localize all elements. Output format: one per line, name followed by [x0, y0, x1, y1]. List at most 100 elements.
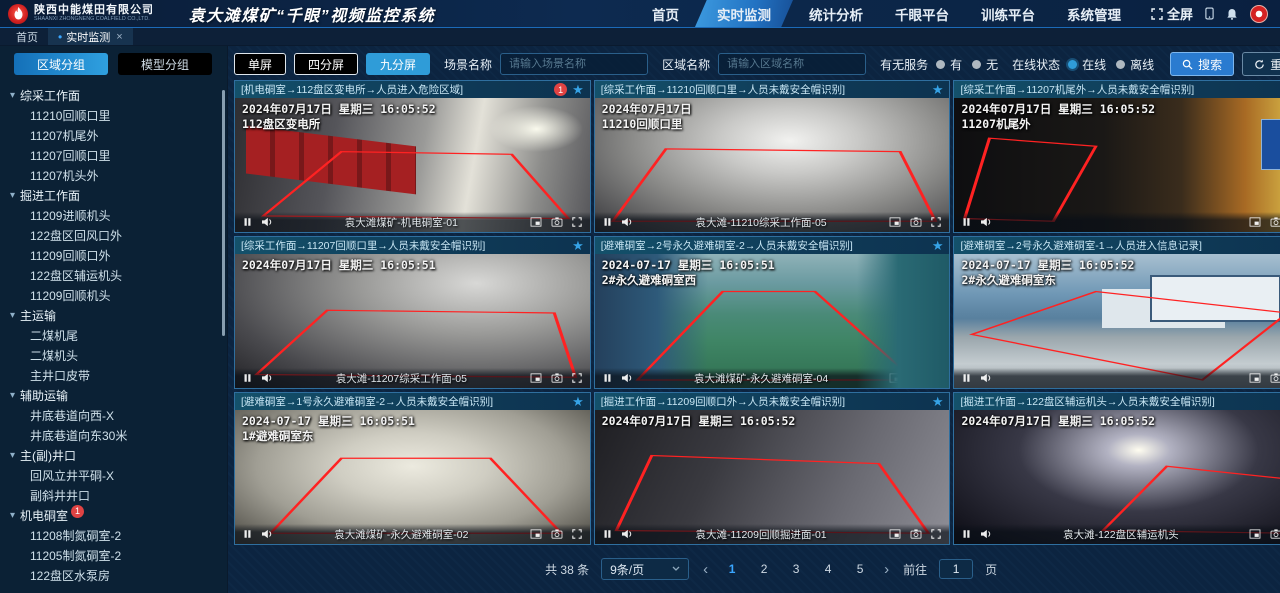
picture-in-picture-icon[interactable] — [530, 529, 542, 539]
sidebar-tab-0[interactable]: 区域分组 — [14, 53, 108, 75]
snapshot-camera-icon[interactable] — [910, 217, 922, 227]
tree-item-5-2[interactable]: 122盘区水泵房 — [0, 565, 227, 585]
snapshot-camera-icon[interactable] — [551, 217, 563, 227]
page-number-1[interactable]: 1 — [722, 562, 742, 576]
tree-group-1[interactable]: ▾掘进工作面 — [0, 185, 227, 205]
fullscreen-icon[interactable] — [931, 217, 941, 227]
snapshot-camera-icon[interactable] — [910, 373, 922, 383]
tree-item-5-1[interactable]: 11205制氮硐室-2 — [0, 545, 227, 565]
video-frame[interactable]: 2024年07月17日 星期三 16:05:51袁大滩-11207综采工作面-0… — [235, 254, 590, 388]
picture-in-picture-icon[interactable] — [889, 217, 901, 227]
tree-item-0-2[interactable]: 11207回顺口里 — [0, 145, 227, 165]
tree-item-1-1[interactable]: 122盘区回风口外 — [0, 225, 227, 245]
fullscreen-icon[interactable] — [572, 529, 582, 539]
tree-item-2-1[interactable]: 二煤机头 — [0, 345, 227, 365]
pause-icon[interactable] — [243, 529, 252, 539]
tree-item-0-3[interactable]: 11207机头外 — [0, 165, 227, 185]
tree-item-1-0[interactable]: 11209进顺机头 — [0, 205, 227, 225]
reset-button[interactable]: 重置 — [1242, 52, 1280, 76]
fullscreen-icon[interactable] — [572, 217, 582, 227]
page-size-select[interactable]: 9条/页 — [601, 558, 689, 580]
screen-mode-button-2[interactable]: 九分屏 — [366, 53, 430, 75]
next-page-button[interactable]: › — [882, 561, 891, 578]
picture-in-picture-icon[interactable] — [530, 217, 542, 227]
pause-icon[interactable] — [243, 373, 252, 383]
speaker-icon[interactable] — [261, 529, 273, 539]
nav-item-4[interactable]: 训练平台 — [965, 0, 1051, 27]
nav-item-2[interactable]: 统计分析 — [793, 0, 879, 27]
scene-name-input[interactable] — [500, 53, 648, 75]
tree-item-0-0[interactable]: 11210回顺口里 — [0, 105, 227, 125]
mobile-app-button[interactable] — [1205, 7, 1214, 20]
tree-group-2[interactable]: ▾主运输 — [0, 305, 227, 325]
tree-group-4[interactable]: ▾主(副)井口 — [0, 445, 227, 465]
tree-item-0-1[interactable]: 11207机尾外 — [0, 125, 227, 145]
nav-item-3[interactable]: 千眼平台 — [879, 0, 965, 27]
speaker-icon[interactable] — [980, 529, 992, 539]
page-number-4[interactable]: 4 — [818, 562, 838, 576]
nav-item-1[interactable]: 实时监测 — [695, 0, 793, 27]
tree-item-5-0[interactable]: 11208制氮硐室-2 — [0, 525, 227, 545]
favorite-star-icon[interactable]: ★ — [572, 239, 584, 252]
tab-1[interactable]: •实时监测× — [48, 28, 133, 45]
tree-item-1-3[interactable]: 122盘区辅运机头 — [0, 265, 227, 285]
close-icon[interactable]: × — [116, 31, 122, 43]
speaker-icon[interactable] — [621, 529, 633, 539]
snapshot-camera-icon[interactable] — [551, 373, 563, 383]
video-frame[interactable]: 2024-07-17 星期三 16:05:512#永久避难硐室西袁大滩煤矿-永久… — [595, 254, 950, 388]
search-button[interactable]: 搜索 — [1170, 52, 1234, 76]
pause-icon[interactable] — [603, 373, 612, 383]
picture-in-picture-icon[interactable] — [1249, 529, 1261, 539]
area-name-input[interactable] — [718, 53, 866, 75]
pause-icon[interactable] — [603, 217, 612, 227]
screen-mode-button-1[interactable]: 四分屏 — [294, 53, 358, 75]
snapshot-camera-icon[interactable] — [1270, 529, 1280, 539]
snapshot-camera-icon[interactable] — [551, 529, 563, 539]
tree-group-3[interactable]: ▾辅助运输 — [0, 385, 227, 405]
tree-group-5[interactable]: ▾机电硐室1 — [0, 505, 227, 525]
speaker-icon[interactable] — [980, 217, 992, 227]
online-option-1[interactable]: 离线 — [1116, 56, 1154, 73]
snapshot-camera-icon[interactable] — [1270, 217, 1280, 227]
pause-icon[interactable] — [603, 529, 612, 539]
favorite-star-icon[interactable]: ★ — [572, 395, 584, 408]
video-frame[interactable]: 2024年07月17日 星期三 16:05:5211207机尾外 — [954, 98, 1280, 232]
speaker-icon[interactable] — [261, 217, 273, 227]
fullscreen-icon[interactable] — [931, 373, 941, 383]
video-frame[interactable]: 2024-07-17 星期三 16:05:522#永久避难硐室东 — [954, 254, 1280, 388]
tree-item-4-0[interactable]: 回风立井平硐-X — [0, 465, 227, 485]
picture-in-picture-icon[interactable] — [889, 529, 901, 539]
tree-item-4-1[interactable]: 副斜井井口 — [0, 485, 227, 505]
goto-page-input[interactable] — [939, 559, 973, 579]
pause-icon[interactable] — [962, 217, 971, 227]
page-number-3[interactable]: 3 — [786, 562, 806, 576]
snapshot-camera-icon[interactable] — [1270, 373, 1280, 383]
pause-icon[interactable] — [962, 373, 971, 383]
picture-in-picture-icon[interactable] — [530, 373, 542, 383]
online-option-0[interactable]: 在线 — [1068, 56, 1106, 73]
tree-group-0[interactable]: ▾综采工作面 — [0, 85, 227, 105]
tree-item-1-2[interactable]: 11209回顺口外 — [0, 245, 227, 265]
tree-item-3-1[interactable]: 井底巷道向东30米 — [0, 425, 227, 445]
favorite-star-icon[interactable]: ★ — [572, 83, 584, 96]
favorite-star-icon[interactable]: ★ — [932, 83, 944, 96]
video-frame[interactable]: 2024年07月17日11210回顺口里袁大滩-11210综采工作面-05 — [595, 98, 950, 232]
tree-item-3-0[interactable]: 井底巷道向西-X — [0, 405, 227, 425]
service-option-0[interactable]: 有 — [936, 56, 962, 73]
prev-page-button[interactable]: ‹ — [701, 561, 710, 578]
fullscreen-icon[interactable] — [931, 529, 941, 539]
page-number-5[interactable]: 5 — [850, 562, 870, 576]
service-option-1[interactable]: 无 — [972, 56, 998, 73]
fullscreen-icon[interactable] — [572, 373, 582, 383]
favorite-star-icon[interactable]: ★ — [932, 239, 944, 252]
favorite-star-icon[interactable]: ★ — [932, 395, 944, 408]
notification-button[interactable] — [1226, 8, 1238, 20]
tab-0[interactable]: 首页 — [6, 28, 48, 45]
pause-icon[interactable] — [962, 529, 971, 539]
sidebar-scrollbar[interactable] — [222, 90, 225, 336]
tree-item-2-2[interactable]: 主井口皮带 — [0, 365, 227, 385]
nav-item-5[interactable]: 系统管理 — [1051, 0, 1137, 27]
speaker-icon[interactable] — [621, 373, 633, 383]
sidebar-tab-1[interactable]: 模型分组 — [118, 53, 212, 75]
video-frame[interactable]: 2024年07月17日 星期三 16:05:52袁大滩-122盘区辅运机头 — [954, 410, 1280, 544]
